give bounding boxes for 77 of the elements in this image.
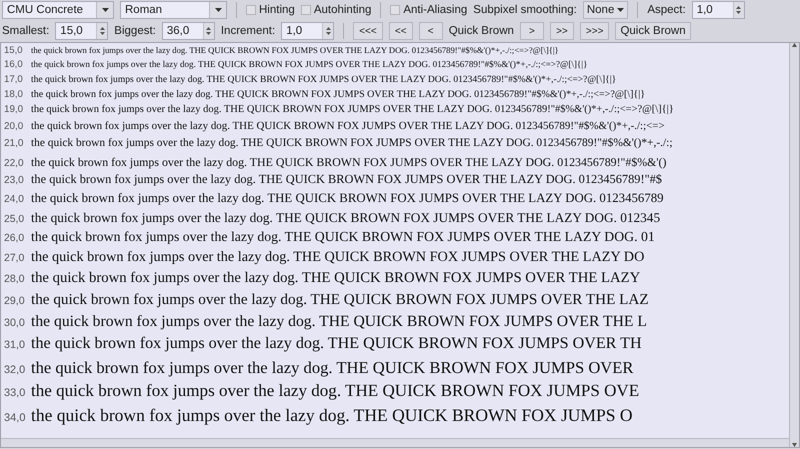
size-label: 20,0 bbox=[3, 121, 24, 132]
font-style-dropdown[interactable]: Roman bbox=[120, 1, 227, 19]
spin-arrows-icon bbox=[736, 5, 742, 15]
size-label: 30,0 bbox=[3, 316, 26, 329]
font-sample-text: the quick brown fox jumps over the lazy dog. THE QUICK BROWN FOX JUMPS OVER THE LAZY DOG. 0123456789!"#$%&'()*+,-./:;<=>?@[\]{|} bbox=[31, 88, 646, 100]
sample-text-label: Quick Brown bbox=[448, 25, 514, 37]
font-sample-text: the quick brown fox jumps over the lazy dog. THE QUICK BROWN FOX JUMPS OVER THE LAZY DO bbox=[31, 249, 644, 266]
size-label: 25,0 bbox=[3, 214, 26, 225]
spinner-label: Aspect: bbox=[647, 4, 686, 16]
font-sample-text: the quick brown fox jumps over the lazy dog. THE QUICK BROWN FOX JUMPS OVER THE LAZY DOG. 0123456789!"#$%&'() bbox=[31, 154, 666, 170]
spin-arrows-icon bbox=[206, 26, 212, 36]
size-label: 17,0 bbox=[3, 74, 24, 85]
font-sample-text: the quick brown fox jumps over the lazy dog. THE QUICK BROWN FOX JUMPS OVER THE LAZY DOG. 0123456789!"#$%&'()*+,-./:;<=>?@[\]{|} bbox=[31, 74, 616, 85]
font-sample-text: the quick brown fox jumps over the lazy dog. THE QUICK BROWN FOX JUMPS OVER THE LAZY bbox=[31, 270, 640, 287]
spin-arrows-icon bbox=[100, 26, 105, 36]
checkbox-label: Autohinting bbox=[314, 4, 372, 16]
spin-box[interactable]: 1,0 bbox=[692, 1, 745, 19]
size-label: 22,0 bbox=[3, 158, 25, 169]
font-sample-text: the quick brown fox jumps over the lazy dog. THE QUICK BROWN FOX JUMPS O bbox=[31, 404, 632, 426]
font-sample-text: the quick brown fox jumps over the lazy dog. THE QUICK BROWN FOX JUMPS OVER THE L bbox=[31, 312, 647, 331]
size-label: 32,0 bbox=[3, 364, 26, 376]
nav-back-button[interactable]: << bbox=[388, 22, 413, 40]
spinner-label: Smallest: bbox=[2, 25, 50, 37]
size-label: 33,0 bbox=[3, 387, 26, 400]
spin-arrows-icon bbox=[326, 26, 331, 36]
font-sample-text: the quick brown fox jumps over the lazy dog. THE QUICK BROWN FOX JUMPS OVER TH bbox=[31, 334, 642, 353]
horizontal-scrollbar[interactable] bbox=[1, 438, 789, 447]
spin-box[interactable]: 15,0 bbox=[55, 22, 108, 40]
size-label: 31,0 bbox=[3, 338, 26, 351]
nav-forward-button[interactable]: > bbox=[520, 22, 544, 40]
font-sample-text: the quick brown fox jumps over the lazy dog. THE QUICK BROWN FOX JUMPS OVER THE LAZY DOG. 0123456789 bbox=[31, 190, 664, 206]
size-label: 26,0 bbox=[3, 233, 26, 244]
checkbox[interactable] bbox=[390, 5, 400, 15]
font-sample-text: the quick brown fox jumps over the lazy dog. THE QUICK BROWN FOX JUMPS OVER THE LAZ bbox=[31, 290, 649, 309]
font-sample-text: the quick brown fox jumps over the lazy dog. THE QUICK BROWN FOX JUMPS OVE bbox=[31, 381, 640, 402]
nav-forward-button[interactable]: >>> bbox=[580, 22, 610, 40]
spin-box[interactable]: 1,0 bbox=[281, 22, 334, 40]
font-sample-text: the quick brown fox jumps over the lazy dog. THE QUICK BROWN FOX JUMPS OVER THE LAZY DOG. 012345 bbox=[31, 210, 660, 226]
font-family-dropdown[interactable]: CMU Concrete bbox=[2, 1, 114, 19]
nav-forward-button[interactable]: >> bbox=[550, 22, 574, 40]
size-label: 19,0 bbox=[3, 104, 24, 116]
font-sample-text: the quick brown fox jumps over the lazy dog. THE QUICK BROWN FOX JUMPS OVER THE LAZY DOG. 0123456789!"#$%&'()*+,-./:; bbox=[31, 137, 672, 150]
subpixel-smoothing-label: Subpixel smoothing: bbox=[473, 4, 577, 16]
vertical-scrollbar[interactable] bbox=[789, 43, 799, 447]
font-sample-text: the quick brown fox jumps over the lazy dog. THE QUICK BROWN FOX JUMPS OVER THE LAZY DOG. 0123456789!"#$%&'()*+,-./:;<=> bbox=[31, 120, 665, 132]
font-sample-text: the quick brown fox jumps over the lazy dog. THE QUICK BROWN FOX JUMPS OVER THE LAZY DOG. 0123456789!"#$ bbox=[31, 172, 662, 188]
checkbox-label: Anti-Aliasing bbox=[403, 4, 468, 16]
size-label: 18,0 bbox=[3, 88, 24, 100]
spinner-label: Increment: bbox=[220, 25, 276, 37]
subpixel-smoothing-dropdown[interactable]: None bbox=[582, 1, 628, 19]
sample-text-button[interactable]: Quick Brown bbox=[615, 22, 691, 40]
size-label: 27,0 bbox=[3, 253, 26, 264]
font-sample-text: the quick brown fox jumps over the lazy dog. THE QUICK BROWN FOX JUMPS OVER THE LAZY DOG. 0123456789!"#$%&'()*+,-./:;<=>?@[\]{|} bbox=[31, 59, 588, 69]
font-sample-text: the quick brown fox jumps over the lazy dog. THE QUICK BROWN FOX JUMPS OVER bbox=[31, 358, 634, 378]
scroll-down-icon bbox=[792, 443, 797, 447]
size-label: 15,0 bbox=[3, 45, 24, 56]
size-label: 24,0 bbox=[3, 194, 25, 205]
spinner-label: Biggest: bbox=[114, 25, 156, 37]
size-label: 34,0 bbox=[3, 412, 26, 424]
size-label: 23,0 bbox=[3, 175, 25, 186]
size-label: 28,0 bbox=[3, 272, 26, 285]
dropdown-arrow-icon bbox=[214, 8, 222, 12]
nav-back-button[interactable]: < bbox=[418, 22, 443, 40]
spin-box[interactable]: 36,0 bbox=[162, 22, 215, 40]
size-label: 29,0 bbox=[3, 294, 26, 307]
nav-back-button[interactable]: <<< bbox=[353, 22, 383, 40]
checkbox[interactable] bbox=[246, 5, 256, 15]
size-label: 16,0 bbox=[3, 59, 24, 70]
dropdown-arrow-icon bbox=[102, 8, 108, 12]
size-label: 21,0 bbox=[3, 138, 24, 150]
scroll-up-icon bbox=[792, 43, 797, 47]
font-sample-text: the quick brown fox jumps over the lazy dog. THE QUICK BROWN FOX JUMPS OVER THE LAZY DOG. 0123456789!"#$%&'()*+,-./:;<=>?@[\]{|} bbox=[31, 104, 674, 116]
checkbox[interactable] bbox=[300, 5, 311, 15]
dropdown-arrow-icon bbox=[617, 8, 624, 12]
font-sample-text: the quick brown fox jumps over the lazy dog. THE QUICK BROWN FOX JUMPS OVER THE LAZY DOG. 01 bbox=[31, 229, 655, 246]
font-sample-text: the quick brown fox jumps over the lazy dog. THE QUICK BROWN FOX JUMPS OVER THE LAZY DOG. 0123456789!"#$%&'()*+,-./:;<=>?@[\]{|} bbox=[31, 45, 559, 55]
checkbox-label: Hinting bbox=[259, 4, 295, 16]
